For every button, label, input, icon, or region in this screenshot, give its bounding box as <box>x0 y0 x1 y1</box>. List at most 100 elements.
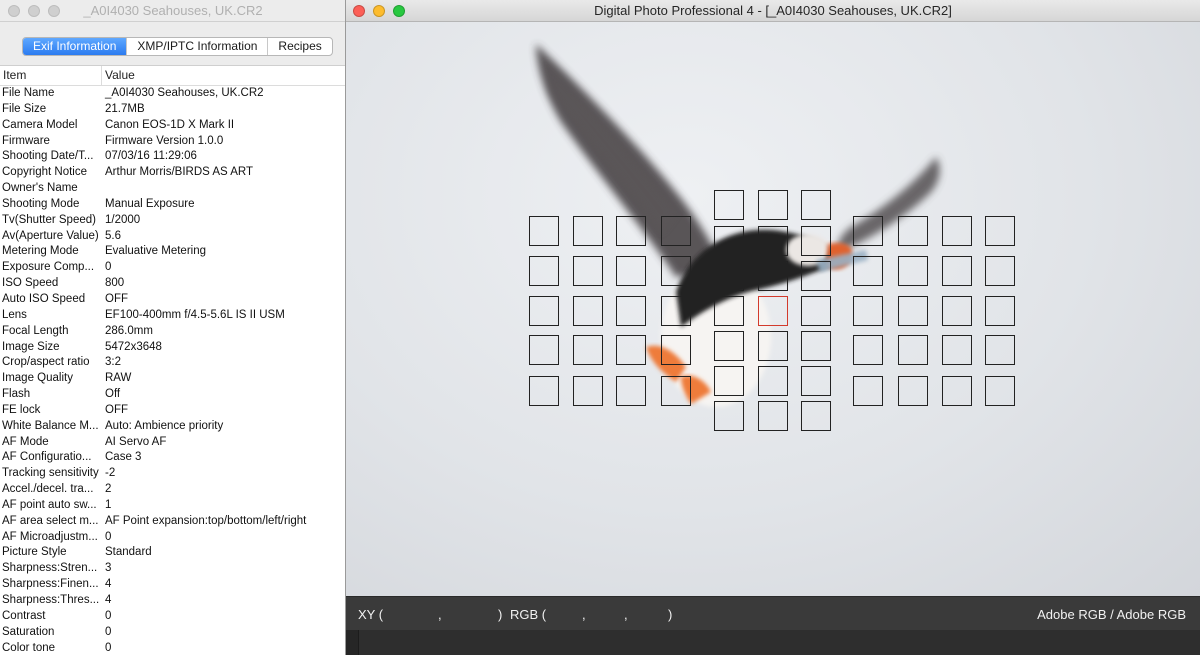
table-row[interactable]: ISO Speed 800 <box>0 276 345 292</box>
table-row[interactable]: Camera Model Canon EOS-1D X Mark II <box>0 118 345 134</box>
color-space-readout: Adobe RGB / Adobe RGB <box>1037 607 1186 622</box>
af-point <box>529 376 559 406</box>
row-item: Owner's Name <box>2 182 78 195</box>
table-row[interactable]: White Balance M... Auto: Ambience priorit… <box>0 419 345 435</box>
table-row[interactable]: Av(Aperture Value) 5.6 <box>0 229 345 245</box>
info-window-title: _A0I4030 Seahouses, UK.CR2 <box>83 3 263 18</box>
af-point <box>898 335 928 365</box>
column-header-value[interactable]: Value <box>105 68 135 82</box>
af-point <box>573 216 603 246</box>
row-value: Manual Exposure <box>105 197 195 210</box>
table-row[interactable]: Owner's Name <box>0 181 345 197</box>
row-value: 4 <box>105 594 112 606</box>
exif-table: File Name _A0I4030 Seahouses, UK.CR2 File … <box>0 86 345 655</box>
af-point <box>529 256 559 286</box>
table-row[interactable]: Tv(Shutter Speed) 1/2000 <box>0 213 345 229</box>
table-row[interactable]: Accel./decel. tra... 2 <box>0 482 345 498</box>
row-item: AF point auto sw... <box>2 498 97 511</box>
table-row[interactable]: Picture Style Standard <box>0 545 345 561</box>
table-row[interactable]: Shooting Mode Manual Exposure <box>0 197 345 213</box>
af-point <box>853 296 883 326</box>
tab-xmp-iptc-information[interactable]: XMP/IPTC Information <box>127 38 269 55</box>
table-row[interactable]: Image Quality RAW <box>0 371 345 387</box>
row-item: Focal Length <box>2 324 69 337</box>
af-point <box>573 256 603 286</box>
af-point <box>758 226 788 256</box>
row-item: Contrast <box>2 609 46 622</box>
row-value: Arthur Morris/BIRDS AS ART <box>105 166 254 179</box>
af-point <box>853 216 883 246</box>
table-row[interactable]: Contrast 0 <box>0 609 345 625</box>
table-row[interactable]: File Size 21.7MB <box>0 102 345 118</box>
column-divider[interactable] <box>101 66 102 86</box>
table-row[interactable]: Copyright Notice Arthur Morris/BIRDS AS A… <box>0 165 345 181</box>
table-row[interactable]: Focal Length 286.0mm <box>0 324 345 340</box>
column-header-item[interactable]: Item <box>3 68 26 82</box>
table-row[interactable]: FE lock OFF <box>0 403 345 419</box>
table-row[interactable]: Flash Off <box>0 387 345 403</box>
tab-exif-information[interactable]: Exif Information <box>23 38 128 55</box>
af-point <box>714 226 744 256</box>
af-point-selected <box>758 296 788 326</box>
row-value: 0 <box>105 641 112 654</box>
info-tabs: Exif Information XMP/IPTC Information Re… <box>22 37 333 56</box>
row-item: File Size <box>2 102 47 115</box>
row-item: Exposure Comp... <box>2 261 95 274</box>
af-point <box>714 190 744 220</box>
table-row[interactable]: File Name _A0I4030 Seahouses, UK.CR2 <box>0 86 345 102</box>
af-point <box>801 226 831 256</box>
main-window-title: Digital Photo Professional 4 - [_A0I4030… <box>594 3 952 18</box>
af-point <box>942 335 972 365</box>
table-row[interactable]: Crop/aspect ratio 3:2 <box>0 355 345 371</box>
table-row[interactable]: Firmware Firmware Version 1.0.0 <box>0 134 345 150</box>
table-row[interactable]: AF point auto sw... 1 <box>0 498 345 514</box>
row-value: Evaluative Metering <box>105 245 206 258</box>
row-value: -2 <box>105 467 116 480</box>
table-row[interactable]: Exposure Comp... 0 <box>0 260 345 276</box>
bottom-strip <box>346 630 1200 655</box>
af-point <box>529 216 559 246</box>
row-value: 286.0mm <box>105 324 153 337</box>
table-row[interactable]: Auto ISO Speed OFF <box>0 292 345 308</box>
table-row[interactable]: Image Size 5472x3648 <box>0 340 345 356</box>
xy-close-paren: ) <box>498 607 503 622</box>
row-item: White Balance M... <box>2 419 99 432</box>
row-value: 0 <box>105 530 112 543</box>
table-row[interactable]: Color tone 0 <box>0 641 345 655</box>
tab-recipes[interactable]: Recipes <box>268 38 331 55</box>
table-row[interactable]: Metering Mode Evaluative Metering <box>0 244 345 260</box>
table-row[interactable]: AF Configuratio... Case 3 <box>0 450 345 466</box>
row-item: Tv(Shutter Speed) <box>2 213 96 226</box>
af-point <box>942 256 972 286</box>
table-row[interactable]: Sharpness:Finen... 4 <box>0 577 345 593</box>
table-row[interactable]: Saturation 0 <box>0 625 345 641</box>
af-point <box>898 256 928 286</box>
table-row[interactable]: AF Microadjustm... 0 <box>0 530 345 546</box>
af-point <box>714 331 744 361</box>
af-point <box>758 401 788 431</box>
table-row[interactable]: Lens EF100-400mm f/4.5-5.6L IS II USM <box>0 308 345 324</box>
af-point <box>985 376 1015 406</box>
table-row[interactable]: Sharpness:Thres... 4 <box>0 593 345 609</box>
table-row[interactable]: Sharpness:Stren... 3 <box>0 561 345 577</box>
table-row[interactable]: AF Mode AI Servo AF <box>0 435 345 451</box>
row-value: 1 <box>105 498 112 511</box>
row-item: FE lock <box>2 403 41 416</box>
table-header: Item Value <box>0 66 345 86</box>
af-point <box>942 376 972 406</box>
af-point <box>898 376 928 406</box>
xy-label: XY ( <box>358 607 384 622</box>
row-item: File Name <box>2 87 55 99</box>
table-row[interactable]: AF area select m... AF Point expansion:to… <box>0 514 345 530</box>
af-point <box>758 366 788 396</box>
info-toolbar: Exif Information XMP/IPTC Information Re… <box>0 22 345 66</box>
table-row[interactable]: Shooting Date/T... 07/03/16 11:29:06 <box>0 149 345 165</box>
image-viewer[interactable] <box>346 22 1200 596</box>
af-point <box>801 366 831 396</box>
row-value: 2 <box>105 483 112 496</box>
rgb-comma-2: , <box>624 607 628 622</box>
row-item: AF Mode <box>2 435 49 448</box>
table-row[interactable]: Tracking sensitivity -2 <box>0 466 345 482</box>
row-item: Lens <box>2 308 27 321</box>
af-point <box>661 216 691 246</box>
